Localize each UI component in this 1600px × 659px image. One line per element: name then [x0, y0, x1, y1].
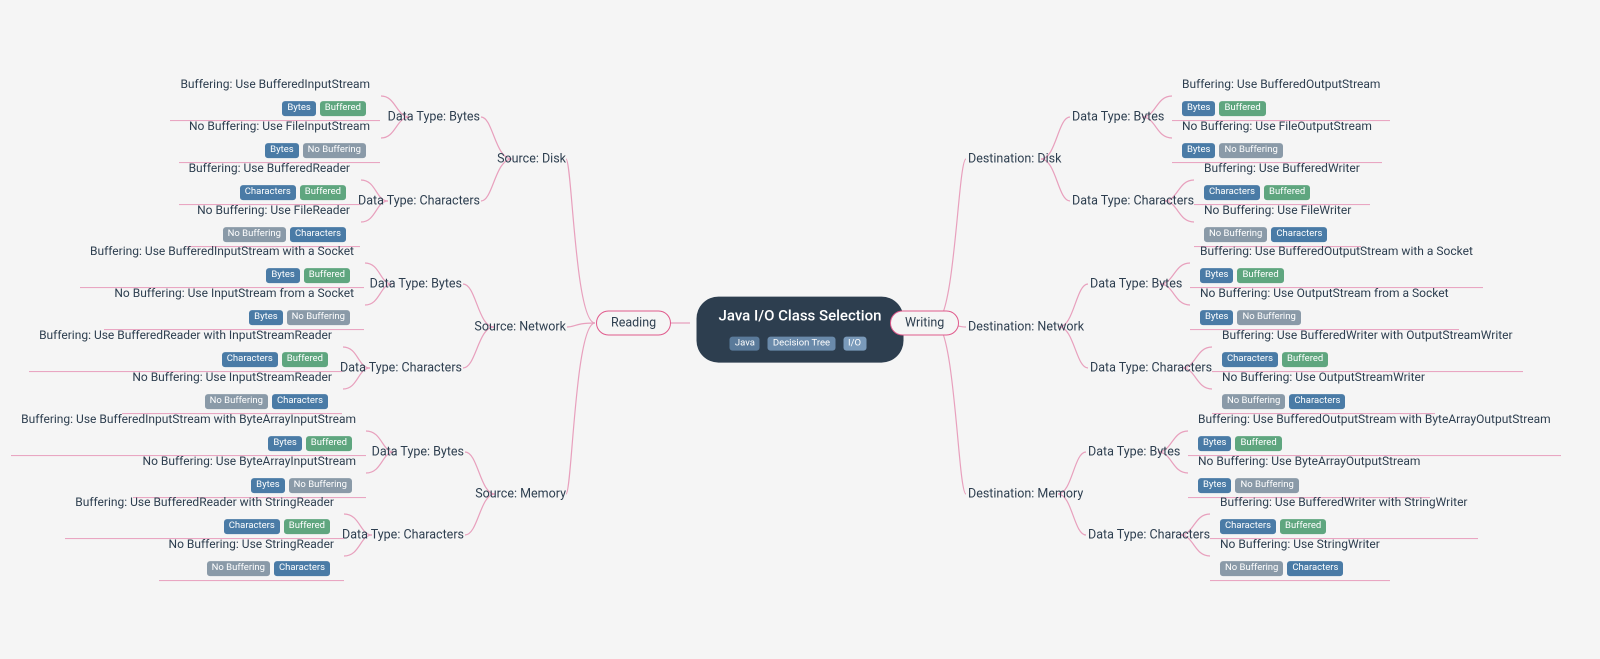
leaf-label: Buffering: Use BufferedInputStream with … [21, 412, 356, 426]
source-memory[interactable]: Source: Memory [475, 487, 566, 502]
leaf-label: Buffering: Use BufferedOutputStream with… [1198, 412, 1551, 426]
leaf-label: Buffering: Use BufferedInputStream [180, 77, 370, 91]
read-net-bytes[interactable]: Data Type: Bytes [370, 277, 462, 292]
leaf-label: No Buffering: Use ByteArrayOutputStream [1198, 454, 1420, 468]
read-disk-bytes[interactable]: Data Type: Bytes [388, 110, 480, 125]
leaf-label: No Buffering: Use InputStreamReader [132, 370, 332, 384]
write-mem-chars[interactable]: Data Type: Characters [1088, 528, 1210, 543]
write-mem-bytes[interactable]: Data Type: Bytes [1088, 445, 1180, 460]
leaf[interactable]: No Buffering: Use StringWriter No Bufferi… [1210, 531, 1390, 581]
leaf-label: Buffering: Use BufferedInputStream with … [90, 244, 354, 258]
root-node[interactable]: Java I/O Class Selection Java Decision T… [697, 296, 904, 363]
leaf-tags: No Buffering Characters [1220, 555, 1380, 576]
leaf-label: No Buffering: Use InputStream from a Soc… [114, 286, 354, 300]
leaf-label: No Buffering: Use FileOutputStream [1182, 119, 1372, 133]
op-writing[interactable]: Writing [890, 311, 959, 336]
read-disk-chars[interactable]: Data Type: Characters [358, 194, 480, 209]
leaf-label: No Buffering: Use ByteArrayInputStream [143, 454, 356, 468]
read-net-chars[interactable]: Data Type: Characters [340, 361, 462, 376]
leaf-tags: No Buffering Characters [169, 555, 334, 576]
dest-network[interactable]: Destination: Network [968, 320, 1084, 335]
source-disk[interactable]: Source: Disk [497, 152, 566, 167]
leaf-label: Buffering: Use BufferedOutputStream with… [1200, 244, 1473, 258]
op-reading[interactable]: Reading [596, 311, 671, 336]
root-title: Java I/O Class Selection [719, 306, 882, 324]
dest-disk[interactable]: Destination: Disk [968, 152, 1061, 167]
tag: No Buffering [1220, 561, 1283, 576]
tag: Characters [274, 561, 330, 576]
leaf-label: No Buffering: Use FileInputStream [189, 119, 370, 133]
dest-memory[interactable]: Destination: Memory [968, 487, 1083, 502]
write-disk-bytes[interactable]: Data Type: Bytes [1072, 110, 1164, 125]
leaf-label: No Buffering: Use FileWriter [1204, 203, 1351, 217]
leaf-label: Buffering: Use BufferedReader [189, 161, 350, 175]
leaf-label: Buffering: Use BufferedWriter with Strin… [1220, 495, 1468, 509]
leaf-label: Buffering: Use BufferedReader with Strin… [75, 495, 334, 509]
root-tags: Java Decision Tree I/O [719, 330, 882, 351]
leaf-label: No Buffering: Use OutputStreamWriter [1222, 370, 1425, 384]
root-tag: I/O [843, 336, 866, 351]
root-tag: Decision Tree [768, 336, 835, 351]
leaf-label: No Buffering: Use OutputStream from a So… [1200, 286, 1449, 300]
leaf-label: Buffering: Use BufferedWriter [1204, 161, 1360, 175]
leaf-label: Buffering: Use BufferedReader with Input… [39, 328, 332, 342]
write-net-bytes[interactable]: Data Type: Bytes [1090, 277, 1182, 292]
read-mem-chars[interactable]: Data Type: Characters [342, 528, 464, 543]
leaf-label: No Buffering: Use StringWriter [1220, 537, 1380, 551]
write-disk-chars[interactable]: Data Type: Characters [1072, 194, 1194, 209]
source-network[interactable]: Source: Network [474, 320, 566, 335]
read-mem-bytes[interactable]: Data Type: Bytes [372, 445, 464, 460]
leaf-label: No Buffering: Use StringReader [169, 537, 334, 551]
leaf-label: Buffering: Use BufferedOutputStream [1182, 77, 1380, 91]
leaf-label: No Buffering: Use FileReader [197, 203, 350, 217]
leaf-label: Buffering: Use BufferedWriter with Outpu… [1222, 328, 1513, 342]
tag: Characters [1287, 561, 1343, 576]
mindmap-canvas: Java I/O Class Selection Java Decision T… [0, 0, 1600, 659]
write-net-chars[interactable]: Data Type: Characters [1090, 361, 1212, 376]
tag: No Buffering [207, 561, 270, 576]
root-tag: Java [730, 336, 760, 351]
leaf[interactable]: No Buffering: Use StringReader No Bufferi… [159, 531, 344, 581]
